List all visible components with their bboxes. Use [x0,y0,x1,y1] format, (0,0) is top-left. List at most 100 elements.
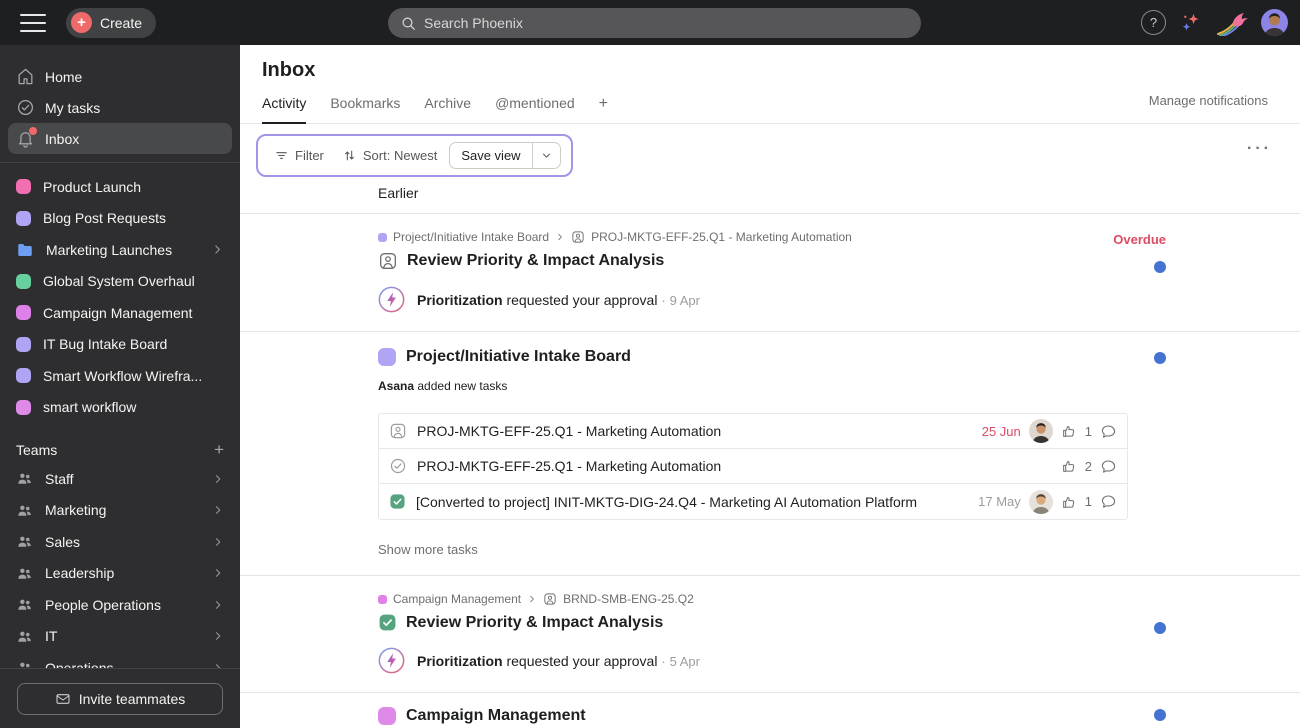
breadcrumb-task[interactable]: BRND-SMB-ENG-25.Q2 [563,592,694,606]
tab-archive[interactable]: Archive [424,95,471,123]
chevron-right-icon[interactable] [212,630,224,642]
like-button[interactable] [1061,458,1077,474]
add-tab-button[interactable]: + [599,95,608,123]
task-row[interactable]: PROJ-MKTG-EFF-25.Q1 - Marketing Automati… [379,414,1127,449]
approval-icon [571,230,585,244]
unread-dot[interactable] [1154,709,1166,721]
sidebar-toggle-icon[interactable] [20,13,46,32]
teams-header-label: Teams [16,442,58,458]
ai-sparkles-button[interactable] [1179,11,1203,35]
like-button[interactable] [1061,423,1077,439]
tab-bookmarks[interactable]: Bookmarks [330,95,400,123]
sidebar-project-smart-workflow-wireframe[interactable]: Smart Workflow Wirefra... [0,360,240,392]
show-more-tasks-link[interactable]: Show more tasks [378,542,1300,557]
notification-dot [29,127,37,135]
create-button[interactable]: + Create [66,7,157,38]
notification-title-text: Review Priority & Impact Analysis [407,252,665,269]
notification-project-digest[interactable]: Project/Initiative Intake Board Asana ad… [240,332,1300,575]
sidebar-team-marketing[interactable]: Marketing [0,495,240,527]
project-name: Global System Overhaul [43,273,195,290]
sidebar-project-product-launch[interactable]: Product Launch [0,171,240,203]
task-name: PROJ-MKTG-EFF-25.Q1 - Marketing Automati… [417,423,722,439]
chevron-right-icon[interactable] [212,504,224,516]
sidebar-item-inbox[interactable]: Inbox [8,123,232,154]
chevron-right-icon[interactable] [212,599,224,611]
sidebar-team-leadership[interactable]: Leadership [0,558,240,590]
check-circle-icon [389,457,407,475]
breadcrumb-project[interactable]: Project/Initiative Intake Board [393,230,549,244]
sidebar-divider [0,162,240,163]
people-icon [16,659,33,668]
sidebar-team-sales[interactable]: Sales [0,526,240,558]
sidebar: Home My tasks Inbox Product Launch Blog … [0,45,240,728]
save-view-dropdown-button[interactable] [531,143,560,168]
sidebar-item-home[interactable]: Home [0,61,240,92]
plus-icon: + [71,12,92,33]
filter-button[interactable]: Filter [268,144,330,167]
teams-section-header: Teams + [0,437,240,463]
add-team-button[interactable]: + [214,440,224,460]
bell-icon [16,127,37,148]
status-badge: Overdue [1113,232,1166,247]
unread-dot[interactable] [1154,622,1166,634]
sidebar-project-smart-workflow[interactable]: smart workflow [0,392,240,424]
inbox-main: Inbox Activity Bookmarks Archive @mentio… [240,45,1300,728]
project-name: Campaign Management [43,304,193,321]
breadcrumb-task[interactable]: PROJ-MKTG-EFF-25.Q1 - Marketing Automati… [591,230,852,244]
chevron-right-icon[interactable] [212,473,224,485]
task-row[interactable]: PROJ-MKTG-EFF-25.Q1 - Marketing Automati… [379,449,1127,484]
sidebar-portfolio-marketing-launches[interactable]: Marketing Launches [0,234,240,266]
chevron-right-icon[interactable] [212,567,224,579]
team-name: Staff [45,470,74,487]
task-meta: 25 Jun 1 [982,419,1117,443]
sort-button[interactable]: Sort: Newest [336,144,443,167]
more-options-button[interactable]: ··· [1247,140,1272,158]
save-view-button[interactable]: Save view [450,143,531,168]
comment-button[interactable] [1100,458,1117,475]
sidebar-team-staff[interactable]: Staff [0,463,240,495]
completed-check-icon [389,493,406,510]
sidebar-team-people-operations[interactable]: People Operations [0,589,240,621]
sidebar-team-it[interactable]: IT [0,621,240,653]
sidebar-item-my-tasks[interactable]: My tasks [0,92,240,123]
team-name: Operations [45,659,114,668]
invite-teammates-button[interactable]: Invite teammates [17,682,223,715]
tab-mentioned[interactable]: @mentioned [495,95,575,123]
help-button[interactable]: ? [1141,10,1166,35]
chevron-right-icon[interactable] [212,536,224,548]
sidebar-project-blog-post-requests[interactable]: Blog Post Requests [0,203,240,235]
like-button[interactable] [1061,494,1077,510]
folder-icon [16,241,34,259]
unread-dot[interactable] [1154,261,1166,273]
notification-approval-2[interactable]: Campaign Management BRND-SMB-ENG-25.Q2 R… [240,576,1300,692]
comment-button[interactable] [1100,493,1117,510]
sidebar-team-operations[interactable]: Operations [0,652,240,668]
view-toolbar: Filter Sort: Newest Save view [256,134,573,177]
unread-dot[interactable] [1154,352,1166,364]
task-row[interactable]: [Converted to project] INIT-MKTG-DIG-24.… [379,484,1127,519]
approval-icon [378,251,398,271]
manage-notifications-link[interactable]: Manage notifications [1149,93,1268,108]
sort-icon [342,148,357,163]
sidebar-project-global-system-overhaul[interactable]: Global System Overhaul [0,266,240,298]
activity-action: requested your approval [506,652,658,669]
invite-teammates-label: Invite teammates [78,690,186,707]
sidebar-project-it-bug-intake-board[interactable]: IT Bug Intake Board [0,329,240,361]
project-color-swatch [16,399,31,415]
comment-bubble-icon [1100,458,1117,475]
sidebar-scroll-area[interactable]: Home My tasks Inbox Product Launch Blog … [0,45,240,668]
comment-button[interactable] [1100,423,1117,440]
notification-approval-1[interactable]: Project/Initiative Intake Board PROJ-MKT… [240,214,1300,331]
phoenix-logo-button[interactable] [1216,10,1248,36]
chevron-right-icon[interactable] [211,243,224,256]
sidebar-project-campaign-management[interactable]: Campaign Management [0,297,240,329]
breadcrumb-project[interactable]: Campaign Management [393,592,521,606]
people-icon [16,470,33,487]
search-icon [400,15,417,32]
search-input[interactable]: Search Phoenix [388,8,921,38]
notification-project-digest-2[interactable]: Campaign Management [240,693,1300,728]
question-icon: ? [1149,15,1158,30]
user-avatar[interactable] [1261,9,1288,36]
filter-label: Filter [295,148,324,163]
tab-activity[interactable]: Activity [262,95,307,124]
